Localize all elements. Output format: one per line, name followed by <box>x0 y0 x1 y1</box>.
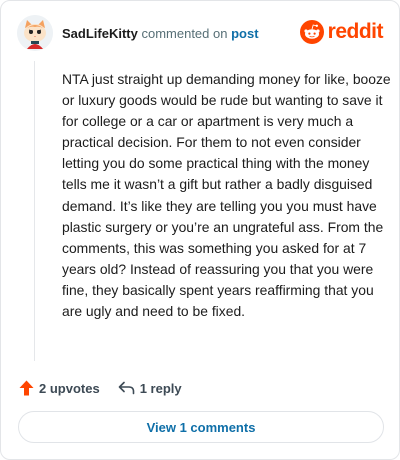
upvote-button[interactable]: 2 upvotes <box>19 380 100 396</box>
reddit-wordmark: reddit <box>327 20 384 43</box>
reddit-brand[interactable]: reddit <box>299 19 384 45</box>
reply-button[interactable]: 1 reply <box>118 381 182 396</box>
view-comments-button[interactable]: View 1 comments <box>18 411 384 443</box>
post-link[interactable]: post <box>231 26 258 41</box>
reply-count: 1 reply <box>139 380 182 396</box>
comment-actions: 2 upvotes 1 reply <box>19 378 182 398</box>
upvote-arrow-icon <box>19 380 34 396</box>
comment-header: SadLifeKitty commented on post reddit <box>17 15 384 53</box>
comment-card: SadLifeKitty commented on post reddit NT… <box>0 0 400 460</box>
thread-line <box>34 61 35 361</box>
username-link[interactable]: SadLifeKitty <box>62 26 138 41</box>
reddit-snoo-icon <box>299 20 324 44</box>
comment-body: NTA just straight up demanding money for… <box>62 71 391 320</box>
avatar[interactable] <box>17 15 53 51</box>
action-text: commented on <box>141 26 228 41</box>
comment-byline: SadLifeKitty commented on post <box>62 26 259 41</box>
reply-arrow-icon <box>118 381 134 395</box>
upvote-count: 2 upvotes <box>39 380 100 396</box>
cat-avatar-icon <box>17 15 53 51</box>
